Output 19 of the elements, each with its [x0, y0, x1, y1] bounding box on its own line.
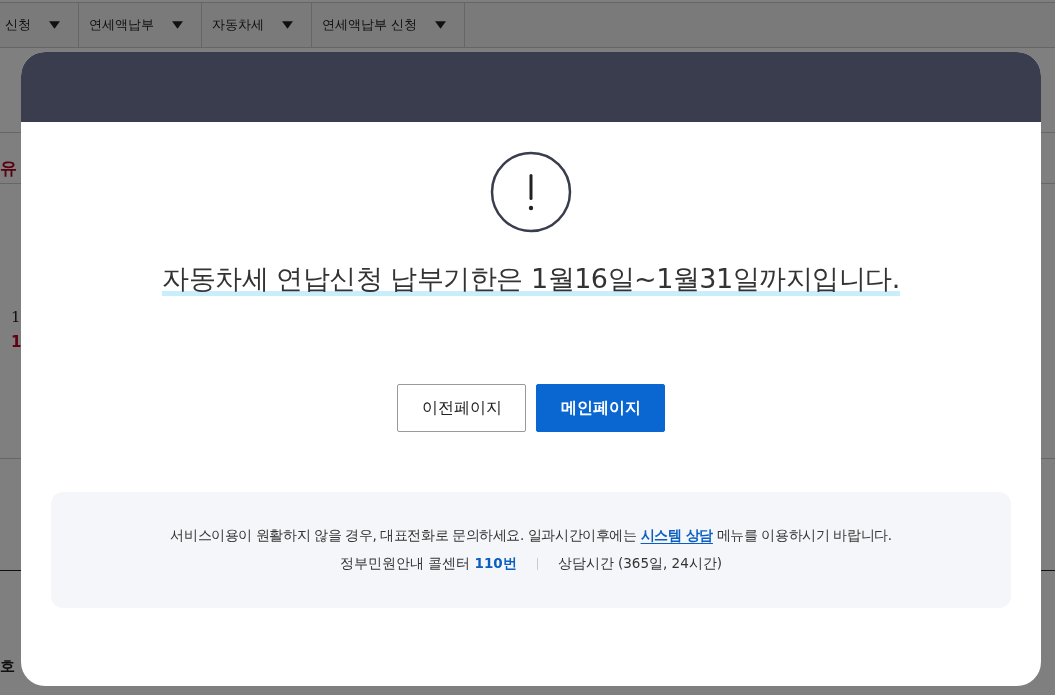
exclamation-icon: [490, 151, 572, 233]
notice-text: 서비스이용이 원활하지 않을 경우, 대표전화로 문의하세요. 일과시간이후에는 시스템 상담 메뉴를 이용하시기 바랍니다.: [170, 527, 892, 546]
previous-page-button[interactable]: 이전페이지: [397, 384, 526, 433]
consult-hours-text: 상담시간 (365일, 24시간): [557, 555, 723, 574]
system-consult-link[interactable]: 시스템 상담: [640, 527, 713, 544]
caret-icon: [172, 21, 183, 29]
page-text-fragment: 호: [0, 657, 15, 675]
menu-tab[interactable]: 연세액납부: [79, 3, 202, 47]
page-text-fragment: 유: [0, 158, 17, 179]
caret-icon: [282, 21, 293, 29]
call-center-text: 정부민원안내 콜센터 110번: [339, 555, 517, 574]
main-page-button[interactable]: 메인페이지: [536, 384, 665, 433]
page-text-fragment: 1: [11, 333, 22, 351]
menu-tab[interactable]: 자동차세: [202, 3, 312, 47]
menu-tab[interactable]: 신청: [0, 3, 79, 47]
menu-tab[interactable]: 연세액납부 신청: [312, 3, 466, 47]
caret-icon: [49, 21, 60, 29]
caret-icon: [435, 21, 447, 29]
page-text-fragment: 1: [11, 308, 21, 326]
